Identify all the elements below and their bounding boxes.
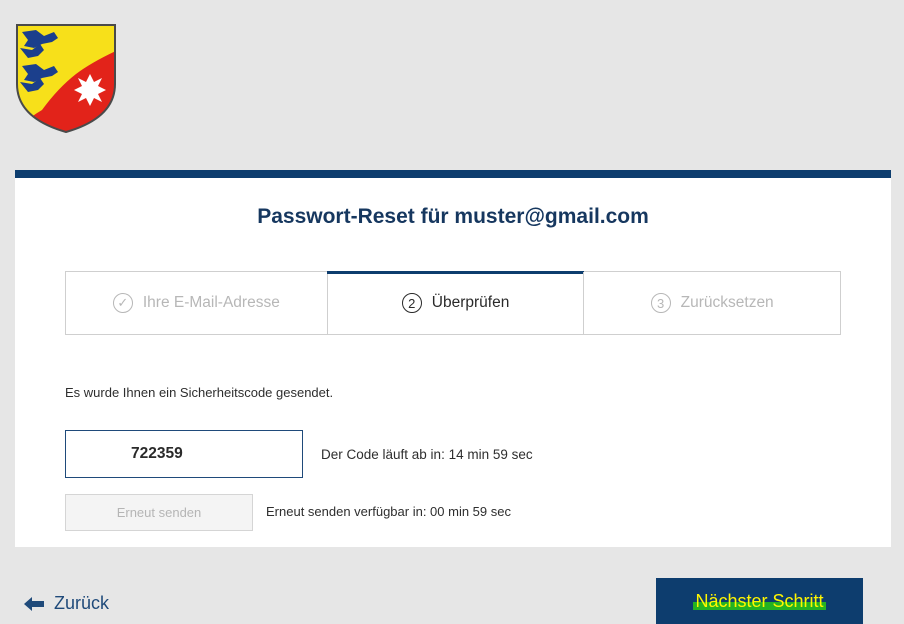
coat-of-arms-logo [14, 22, 118, 134]
page-title: Passwort-Reset für muster@gmail.com [257, 205, 649, 228]
step-number: 2 [401, 293, 422, 313]
security-code-input[interactable] [65, 430, 303, 478]
code-expiry-text: Der Code läuft ab in: 14 min 59 sec [321, 447, 533, 462]
step-verify: 2 Überprüfen [326, 271, 584, 334]
step-label: Zurücksetzen [680, 294, 774, 311]
step-email: ✓ Ihre E-Mail-Adresse [66, 272, 327, 334]
check-icon: ✓ [112, 293, 133, 313]
arrow-left-icon [24, 596, 44, 611]
code-sent-message: Es wurde Ihnen ein Sicherheitscode gesen… [65, 385, 334, 400]
step-reset: 3 Zurücksetzen [583, 272, 840, 334]
back-link[interactable]: Zurück [24, 593, 109, 614]
password-reset-card: Passwort-Reset für muster@gmail.com ✓ Ih… [15, 170, 891, 547]
next-step-button[interactable]: Nächster Schritt [656, 578, 863, 624]
resend-button[interactable]: Erneut senden [65, 494, 253, 531]
step-label: Ihre E-Mail-Adresse [142, 294, 280, 311]
next-step-label: Nächster Schritt [693, 590, 826, 611]
back-label: Zurück [54, 593, 110, 613]
step-label: Überprüfen [431, 294, 510, 311]
step-number: 3 [650, 293, 671, 313]
coat-of-arms-icon [16, 24, 116, 134]
step-progress: ✓ Ihre E-Mail-Adresse 2 Überprüfen 3 Zur… [65, 271, 841, 335]
resend-availability-text: Erneut senden verfügbar in: 00 min 59 se… [266, 504, 511, 519]
